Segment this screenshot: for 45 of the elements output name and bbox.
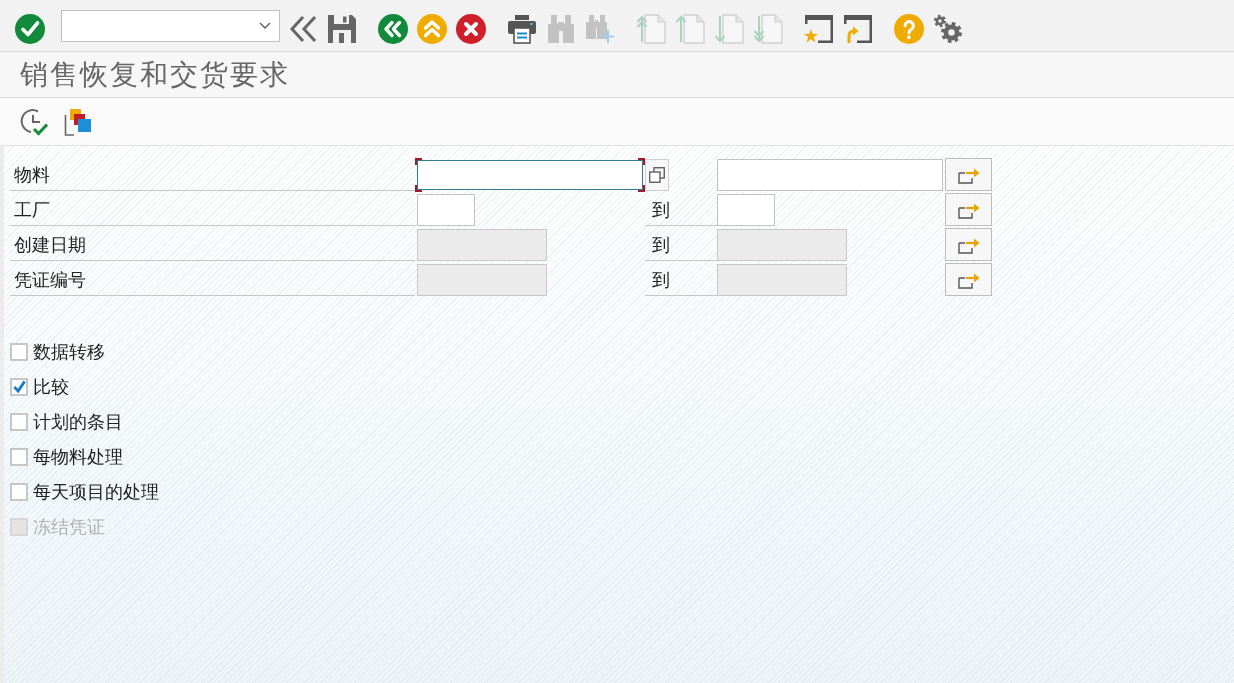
chevron-up-circle-icon[interactable] xyxy=(417,13,447,44)
checkbox[interactable] xyxy=(10,482,28,501)
checkbox-label: 每天项目的处理 xyxy=(33,480,159,503)
checkbox[interactable] xyxy=(10,412,28,431)
checkbox[interactable] xyxy=(10,447,28,466)
printer-icon[interactable] xyxy=(507,13,537,44)
field-label: 工厂 xyxy=(14,198,50,221)
field-label: 凭证编号 xyxy=(14,268,86,291)
clock-check-icon[interactable] xyxy=(20,107,48,136)
checkbox-label: 比较 xyxy=(33,375,69,398)
input-field[interactable] xyxy=(415,158,645,192)
checkbox-label: 冻结凭证 xyxy=(33,515,105,538)
x-circle-icon[interactable] xyxy=(456,13,486,44)
page-title: 销售恢复和交货要求 xyxy=(20,56,290,93)
window-star-icon[interactable] xyxy=(804,13,834,44)
settings-icon[interactable] xyxy=(933,13,963,44)
value-help-button[interactable] xyxy=(645,159,669,191)
caret-icon[interactable] xyxy=(259,22,271,29)
checkbox-label: 数据转移 xyxy=(33,340,105,363)
checkbox[interactable] xyxy=(10,342,28,361)
input-field[interactable] xyxy=(717,194,775,226)
multiple-selection-button[interactable] xyxy=(945,158,992,191)
double-chevron-left-icon[interactable] xyxy=(288,13,318,44)
overlapping-squares-icon xyxy=(649,167,665,183)
field-label: 创建日期 xyxy=(14,233,86,256)
check-circle-icon[interactable] xyxy=(15,13,45,44)
field-label: 物料 xyxy=(14,163,50,186)
multiple-selection-button[interactable] xyxy=(945,263,992,296)
chevron-left-circle-icon[interactable] xyxy=(378,13,408,44)
multiple-selection-button[interactable] xyxy=(945,228,992,261)
checkbox[interactable] xyxy=(10,377,28,396)
help-icon[interactable] xyxy=(894,13,924,44)
checkbox-label: 计划的条目 xyxy=(33,410,123,433)
stacked-squares-icon[interactable] xyxy=(64,107,92,136)
window-arrow-icon[interactable] xyxy=(843,13,873,44)
multiple-selection-button[interactable] xyxy=(945,193,992,226)
checkbox-label: 每物料处理 xyxy=(33,445,123,468)
range-label: 到 xyxy=(652,268,670,291)
checkmark-icon xyxy=(12,380,26,393)
command-field[interactable] xyxy=(61,9,280,42)
input-field[interactable] xyxy=(717,159,943,191)
range-label: 到 xyxy=(652,233,670,256)
range-label: 到 xyxy=(652,198,670,221)
input-field[interactable] xyxy=(417,194,475,226)
save-icon[interactable] xyxy=(327,13,357,44)
